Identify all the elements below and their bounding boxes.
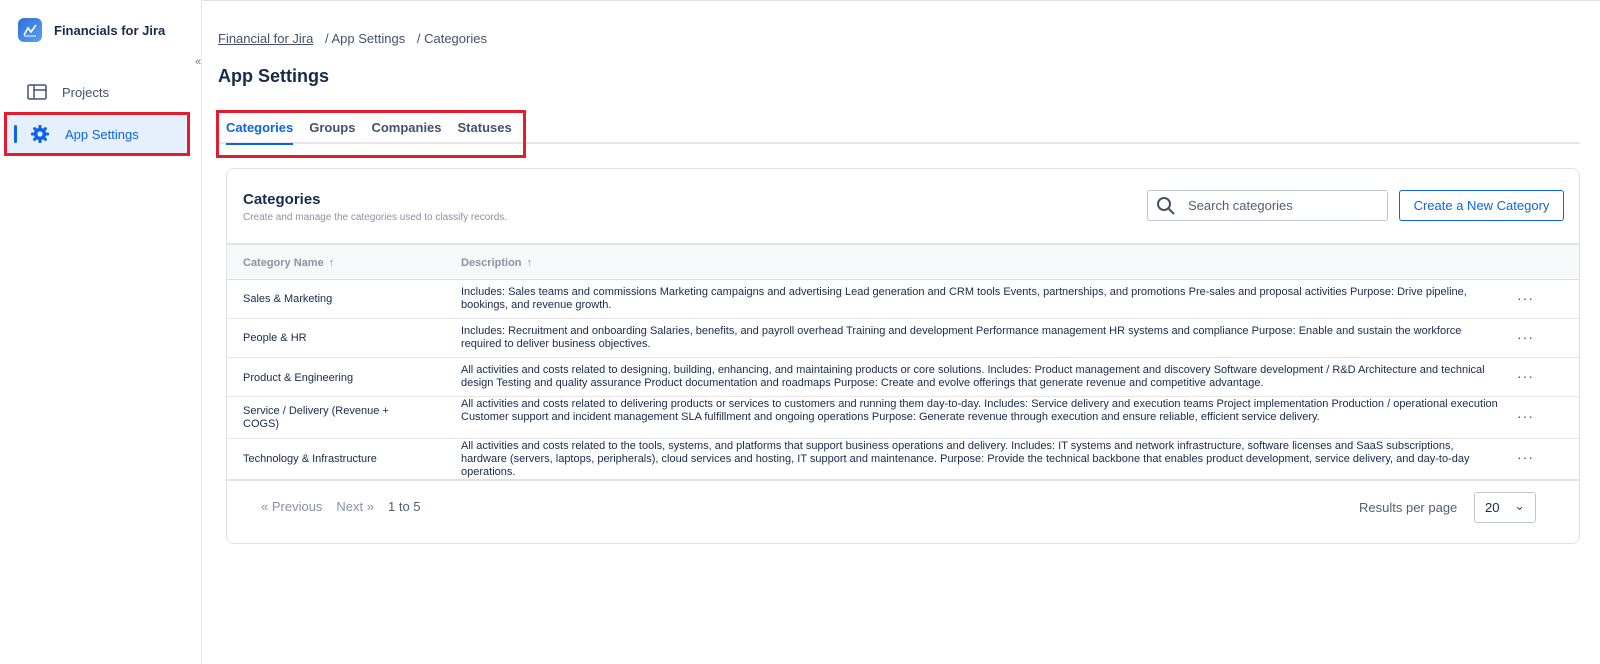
breadcrumb-app-settings[interactable]: / App Settings bbox=[325, 31, 405, 46]
tab-companies[interactable]: Companies bbox=[371, 120, 441, 145]
sidebar-item-label: Projects bbox=[62, 84, 109, 100]
category-name-cell: Product & Engineering bbox=[243, 372, 354, 384]
search-input[interactable] bbox=[1188, 198, 1378, 213]
results-per-page-value: 20 bbox=[1485, 500, 1500, 515]
column-header-label: Category Name bbox=[243, 257, 324, 269]
card-subtitle: Create and manage the categories used to… bbox=[243, 212, 508, 223]
sort-arrow-icon: ↑ bbox=[526, 257, 533, 269]
sort-arrow-icon: ↑ bbox=[328, 257, 335, 269]
table-footer-divider bbox=[227, 479, 1579, 481]
description-cell: All activities and costs related to deli… bbox=[461, 398, 1498, 423]
tab-categories[interactable]: Categories bbox=[226, 120, 294, 145]
row-actions-menu-icon[interactable]: ··· bbox=[1517, 449, 1534, 465]
category-name-cell: Sales & Marketing bbox=[243, 293, 333, 305]
brand[interactable]: Financials for Jira bbox=[18, 18, 165, 42]
collapse-sidebar-icon[interactable]: « bbox=[195, 56, 202, 68]
description-cell: All activities and costs related to the … bbox=[461, 440, 1470, 478]
column-header-description[interactable]: Description ↑ bbox=[461, 257, 532, 269]
create-category-button[interactable]: Create a New Category bbox=[1399, 190, 1564, 221]
breadcrumb-link-financial-for-jira[interactable]: Financial for Jira bbox=[218, 31, 313, 46]
search-icon bbox=[1156, 196, 1176, 216]
table-row[interactable]: People & HR Includes: Recruitment and on… bbox=[227, 319, 1579, 358]
row-actions-menu-icon[interactable]: ··· bbox=[1517, 290, 1534, 306]
table-row[interactable]: Product & Engineering All activities and… bbox=[227, 358, 1579, 397]
breadcrumb: Financial for Jira / App Settings / Cate… bbox=[218, 31, 487, 46]
row-actions-menu-icon[interactable]: ··· bbox=[1517, 368, 1534, 384]
column-header-category-name[interactable]: Category Name ↑ bbox=[243, 257, 334, 269]
column-header-label: Description bbox=[461, 257, 522, 269]
description-cell: All activities and costs related to desi… bbox=[461, 364, 1485, 389]
page-title: App Settings bbox=[218, 66, 329, 86]
categories-card: Categories Create and manage the categor… bbox=[226, 168, 1580, 544]
sidebar-item-projects[interactable]: Projects bbox=[4, 70, 190, 114]
tab-statuses[interactable]: Statuses bbox=[458, 120, 512, 145]
table-row[interactable]: Technology & Infrastructure All activiti… bbox=[227, 439, 1579, 479]
table-header: Category Name ↑ Description ↑ bbox=[227, 243, 1579, 280]
sidebar: Financials for Jira « Projects App Setti… bbox=[0, 0, 202, 664]
app-logo-icon bbox=[18, 18, 42, 42]
chevron-down-icon: ⌄ bbox=[1514, 497, 1525, 513]
tab-groups[interactable]: Groups bbox=[309, 120, 355, 145]
tab-bar: Categories Groups Companies Statuses bbox=[226, 120, 528, 145]
pagination: « Previous Next » 1 to 5 bbox=[261, 499, 435, 514]
card-title: Categories bbox=[243, 191, 321, 208]
row-actions-menu-icon[interactable]: ··· bbox=[1517, 408, 1534, 424]
description-cell: Includes: Recruitment and onboarding Sal… bbox=[461, 325, 1462, 350]
page-range: 1 to 5 bbox=[388, 499, 421, 514]
board-icon bbox=[26, 81, 48, 103]
gear-icon bbox=[29, 123, 51, 145]
sidebar-item-app-settings[interactable]: App Settings bbox=[4, 112, 190, 156]
search-box[interactable] bbox=[1147, 190, 1388, 221]
description-cell: Includes: Sales teams and commissions Ma… bbox=[461, 286, 1467, 311]
next-page-button[interactable]: Next » bbox=[336, 499, 374, 514]
app-title: Financials for Jira bbox=[54, 22, 166, 38]
category-name-cell: Service / Delivery (Revenue + COGS) bbox=[243, 405, 389, 430]
results-per-page-select[interactable]: 20 ⌄ bbox=[1474, 492, 1536, 523]
breadcrumb-categories: / Categories bbox=[416, 31, 487, 46]
category-name-cell: People & HR bbox=[243, 332, 307, 344]
row-actions-menu-icon[interactable]: ··· bbox=[1517, 329, 1534, 345]
results-per-page-label: Results per page bbox=[1359, 500, 1458, 515]
sidebar-item-label: App Settings bbox=[65, 126, 139, 142]
category-name-cell: Technology & Infrastructure bbox=[243, 453, 377, 465]
table-row[interactable]: Service / Delivery (Revenue + COGS) All … bbox=[227, 397, 1579, 439]
top-border bbox=[0, 0, 1600, 1]
table-row[interactable]: Sales & Marketing Includes: Sales teams … bbox=[227, 280, 1579, 319]
previous-page-button[interactable]: « Previous bbox=[261, 499, 322, 514]
